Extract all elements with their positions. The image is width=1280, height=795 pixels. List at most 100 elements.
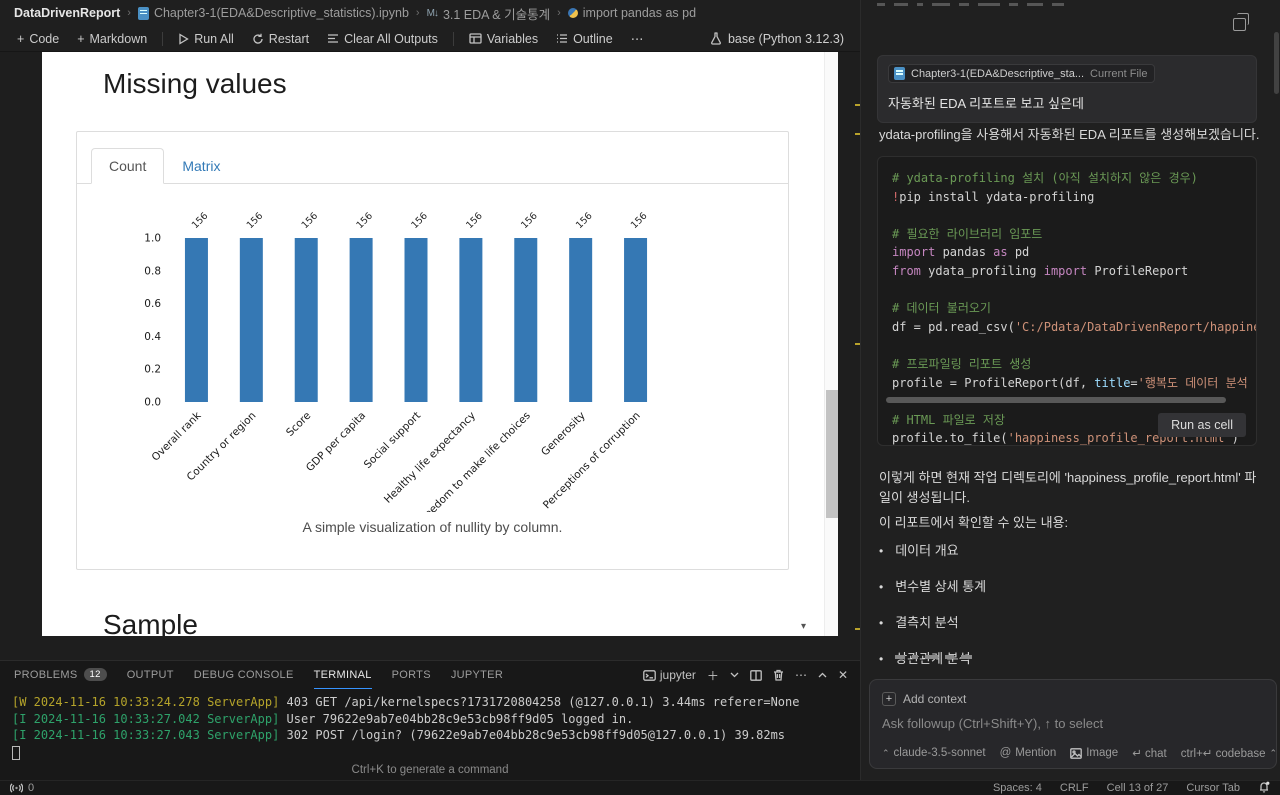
- run-as-cell-button[interactable]: Run as cell: [1158, 413, 1246, 437]
- image-icon: [1070, 747, 1083, 759]
- kill-terminal-button[interactable]: [773, 669, 784, 681]
- remote-indicator[interactable]: 0: [10, 782, 34, 794]
- kernel-flask-icon: [710, 32, 721, 45]
- chat-scrollbar-thumb[interactable]: [1274, 32, 1279, 94]
- panel-tab-jupyter[interactable]: JUPYTER: [451, 661, 503, 689]
- plus-icon: +: [882, 692, 896, 706]
- variables-button[interactable]: Variables: [462, 29, 545, 49]
- breadcrumb-root[interactable]: DataDrivenReport: [14, 6, 120, 20]
- tab-count[interactable]: Count: [91, 148, 165, 184]
- tab-matrix[interactable]: Matrix: [164, 148, 238, 184]
- bar-2: [294, 238, 318, 402]
- notifications-bell-icon[interactable]: [1258, 781, 1270, 795]
- current-file-badge: Current File: [1090, 67, 1148, 80]
- svg-text:Generosity: Generosity: [539, 410, 588, 459]
- copy-message-icon[interactable]: [1233, 13, 1249, 31]
- panel-more-actions[interactable]: ⋯: [795, 668, 807, 682]
- terminal-icon: [643, 669, 656, 681]
- nullity-tabs: Count Matrix: [77, 132, 788, 184]
- code-line: !pip install ydata-profiling: [892, 189, 1095, 204]
- status-cursor-tab[interactable]: Cursor Tab: [1186, 782, 1240, 794]
- bar-5: [459, 238, 483, 402]
- panel-tab-ports[interactable]: PORTS: [392, 661, 431, 689]
- status-cell-position[interactable]: Cell 13 of 27: [1107, 782, 1169, 794]
- panel-tab-problems[interactable]: PROBLEMS 12: [14, 661, 107, 689]
- code-line: # 프로파일링 리포트 생성: [892, 356, 1032, 371]
- new-terminal-button[interactable]: ＋: [707, 667, 719, 684]
- svg-text:1.0: 1.0: [144, 233, 161, 245]
- assistant-code-block: # ydata-profiling 설치 (아직 설치하지 않은 경우) !pip…: [877, 156, 1257, 446]
- kernel-picker[interactable]: base (Python 3.12.3): [704, 30, 850, 48]
- terminal-dropdown-chevron[interactable]: [730, 672, 739, 678]
- svg-text:156: 156: [245, 211, 266, 232]
- svg-text:Healthy life expectancy: Healthy life expectancy: [382, 410, 478, 506]
- clear-all-outputs-button[interactable]: Clear All Outputs: [320, 29, 445, 49]
- mention-button[interactable]: @ Mention: [1000, 747, 1057, 759]
- bar-7: [569, 238, 593, 402]
- svg-text:156: 156: [190, 211, 211, 232]
- image-button[interactable]: Image: [1070, 747, 1118, 759]
- list-item: • 결측치 분석: [879, 615, 959, 630]
- svg-text:156: 156: [409, 211, 430, 232]
- outline-button[interactable]: Outline: [549, 29, 620, 49]
- model-selector[interactable]: ⌃ claude-3.5-sonnet: [882, 747, 986, 759]
- list-item: • 변수별 상세 통계: [879, 579, 987, 594]
- svg-text:156: 156: [519, 211, 540, 232]
- chevron-up-icon: ⌃: [1269, 747, 1278, 758]
- panel-tab-debug-console[interactable]: DEBUG CONSOLE: [194, 661, 294, 689]
- context-file-chip[interactable]: Chapter3-1(EDA&Descriptive_sta... Curren…: [888, 64, 1156, 83]
- code-line: # 데이터 불러오기: [892, 301, 991, 316]
- svg-text:Score: Score: [284, 410, 313, 439]
- notebook-scrollbar-thumb[interactable]: [826, 390, 838, 518]
- markdown-cell-icon: M↓: [426, 7, 439, 19]
- chevron-up-icon: [818, 672, 827, 678]
- bar-4: [404, 238, 428, 402]
- close-panel-button[interactable]: ✕: [838, 668, 848, 682]
- svg-text:156: 156: [629, 211, 650, 232]
- more-actions-button[interactable]: ⋯: [624, 28, 651, 49]
- maximize-panel-button[interactable]: [818, 672, 827, 678]
- plus-icon: +: [77, 31, 85, 46]
- add-context-button[interactable]: + Add context: [882, 692, 966, 706]
- send-codebase-button[interactable]: ctrl+↵ codebase ⌃: [1181, 746, 1278, 761]
- scroll-down-arrow[interactable]: ▾: [801, 621, 806, 632]
- terminal-output: [W 2024-11-16 10:33:24.278 ServerApp] 40…: [0, 689, 860, 764]
- svg-text:Overall rank: Overall rank: [150, 409, 205, 464]
- bottom-panel: PROBLEMS 12 OUTPUT DEBUG CONSOLE TERMINAL POR…: [0, 660, 860, 780]
- restart-button[interactable]: Restart: [245, 29, 316, 49]
- code-horizontal-scrollbar[interactable]: [886, 397, 1226, 403]
- notebook-scrollbar[interactable]: [824, 52, 838, 636]
- bar-8: [624, 238, 648, 402]
- add-code-button[interactable]: + Code: [10, 29, 66, 49]
- panel-tabs: PROBLEMS 12 OUTPUT DEBUG CONSOLE TERMINAL POR…: [0, 661, 860, 689]
- panel-tab-output[interactable]: OUTPUT: [127, 661, 174, 689]
- run-all-button[interactable]: Run All: [171, 29, 241, 49]
- bar-3: [349, 238, 373, 402]
- breadcrumb-separator: ›: [127, 7, 131, 19]
- terminal-log-line: [W 2024-11-16 10:33:24.278 ServerApp] 40…: [12, 695, 800, 709]
- status-indent[interactable]: Spaces: 4: [993, 782, 1042, 794]
- status-bar-right: Spaces: 4 CRLF Cell 13 of 27 Cursor Tab: [993, 781, 1270, 795]
- chevron-down-icon: [730, 672, 739, 678]
- split-terminal-button[interactable]: [750, 669, 762, 681]
- bar-chart-svg: 0.00.20.40.60.81.0156Overall rank156Coun…: [144, 211, 650, 527]
- terminal-instance-picker[interactable]: jupyter: [643, 668, 696, 682]
- breadcrumb-section[interactable]: M↓ 3.1 EDA & 기술통계: [427, 4, 551, 23]
- chat-input-footer: ⌃ claude-3.5-sonnet @ Mention Image ↵ ch…: [882, 746, 1277, 760]
- svg-text:0.2: 0.2: [144, 364, 161, 376]
- chat-input-box[interactable]: + Add context Ask followup (Ctrl+Shift+Y…: [869, 679, 1277, 769]
- svg-text:0.8: 0.8: [144, 265, 161, 277]
- send-chat-button[interactable]: ↵ chat: [1132, 746, 1167, 760]
- panel-tab-terminal[interactable]: TERMINAL: [313, 661, 372, 689]
- terminal-hint: Ctrl+K to generate a command: [351, 764, 509, 776]
- notebook-output-area: Missing values Count Matrix 0.0 0.2 0.4 0.6 0…: [42, 52, 838, 636]
- code-line: # ydata-profiling 설치 (아직 설치하지 않은 경우): [892, 171, 1198, 185]
- toolbar-divider: [162, 31, 164, 46]
- add-markdown-button[interactable]: + Markdown: [70, 29, 154, 49]
- svg-text:0.6: 0.6: [144, 298, 161, 310]
- restart-icon: [253, 33, 263, 44]
- breadcrumb-file[interactable]: Chapter3-1(EDA&Descriptive_statistics).i…: [137, 6, 409, 20]
- status-eol[interactable]: CRLF: [1060, 782, 1089, 794]
- breadcrumb-cell[interactable]: import pandas as pd: [567, 6, 696, 20]
- vscode-window: DataDrivenReport › Chapter3-1(EDA&Descri…: [0, 0, 1280, 795]
